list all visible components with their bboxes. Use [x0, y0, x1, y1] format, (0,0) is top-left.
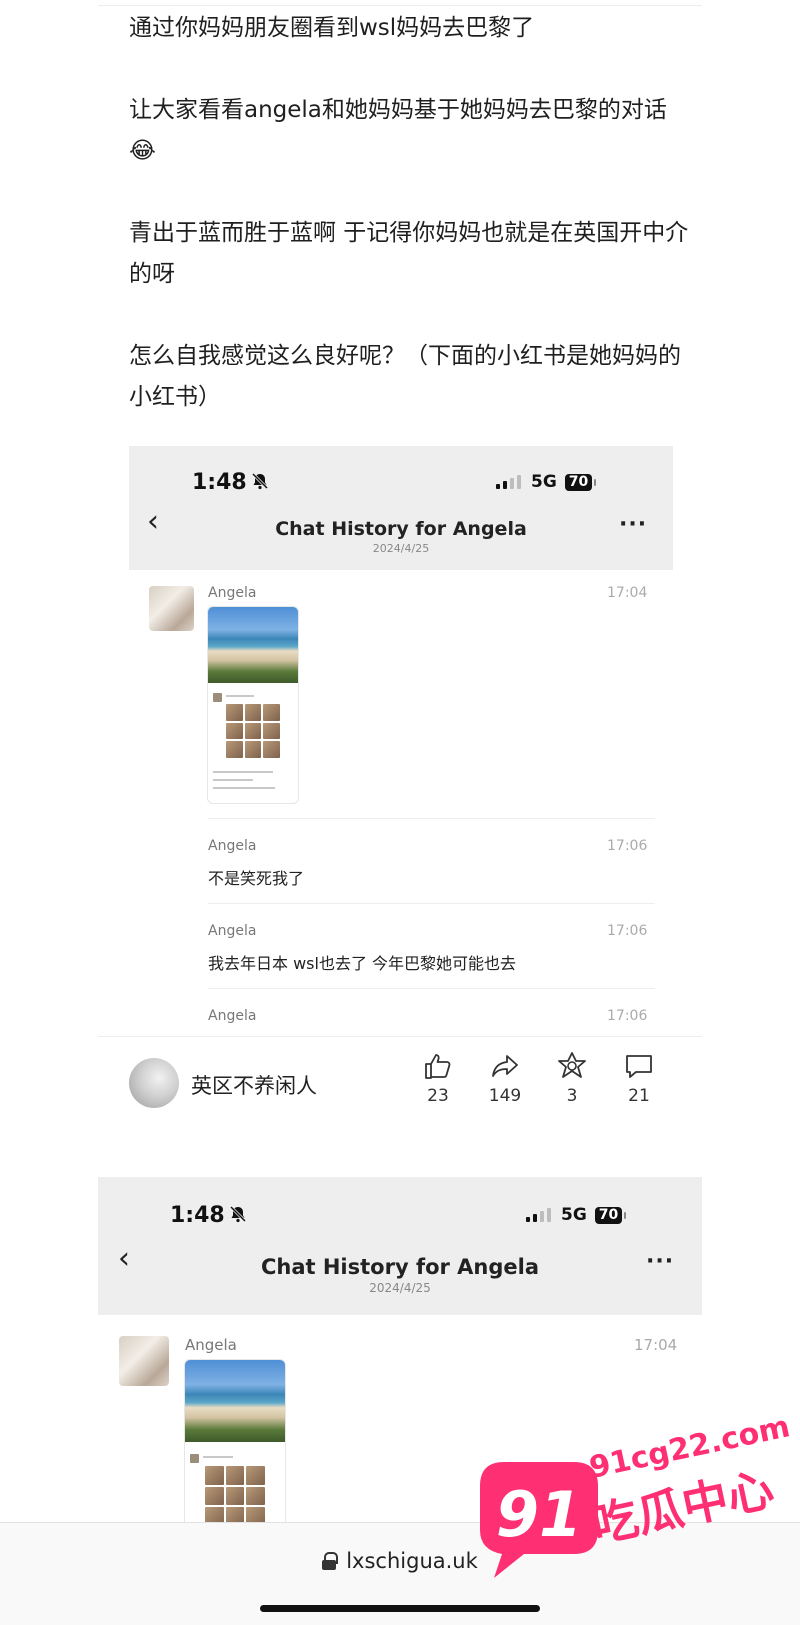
battery-icon: 70 — [564, 473, 597, 491]
status-time: 1:48 — [170, 1203, 247, 1228]
message-sender: Angela — [185, 1336, 237, 1354]
status-time: 1:48 — [192, 470, 269, 495]
url-text: lxschigua.uk — [346, 1549, 478, 1573]
battery-icon: 70 — [594, 1206, 627, 1224]
message-sender: Angela — [208, 585, 257, 601]
thumbs-up-icon — [425, 1054, 451, 1079]
divider — [98, 1036, 702, 1037]
message-sender: Angela — [208, 923, 257, 939]
chat-title: Chat History for Angela — [260, 1255, 540, 1279]
bell-muted-icon — [229, 1204, 247, 1223]
divider — [208, 903, 655, 904]
home-indicator[interactable] — [260, 1605, 540, 1612]
message-time: 17:06 — [607, 1008, 648, 1024]
status-right: 5G 70 — [526, 1205, 627, 1225]
post-action-bar: 英区不养闲人 23 149 3 21 — [0, 1036, 800, 1126]
phone-header: 1:48 5G 70 ‹ Chat History for Angela 202… — [129, 446, 673, 570]
message-sender: Angela — [208, 1008, 257, 1024]
image-preview[interactable] — [208, 607, 298, 803]
message-text: 我去年日本 wsl也去了 今年巴黎她可能也去 — [208, 954, 517, 973]
status-right: 5G 70 — [496, 472, 597, 492]
divider — [208, 818, 655, 819]
avatar — [149, 586, 194, 631]
signal-icon — [526, 1208, 551, 1222]
author-name[interactable]: 英区不养闲人 — [191, 1070, 317, 1100]
signal-icon — [496, 475, 521, 489]
mini-text-line — [213, 779, 253, 781]
mini-avatar — [190, 1454, 199, 1463]
author-avatar[interactable] — [129, 1058, 179, 1108]
share-button[interactable]: 149 — [480, 1050, 530, 1106]
photo-grid — [226, 704, 280, 758]
chat-title: Chat History for Angela — [275, 518, 527, 540]
watermark-number: 91 — [496, 1478, 582, 1551]
mini-avatar — [213, 693, 222, 702]
watermark-logo: 91 91cg22.com 吃瓜中心 — [466, 1409, 796, 1583]
photo-grid — [205, 1466, 265, 1522]
chat-screenshot-1[interactable]: 1:48 5G 70 ‹ Chat History for Angela 202… — [129, 446, 673, 1036]
mini-text-line — [226, 695, 254, 697]
network-label: 5G — [531, 472, 557, 492]
chat-date: 2024/4/25 — [372, 542, 430, 555]
like-count: 23 — [427, 1086, 449, 1106]
comment-count: 21 — [628, 1086, 650, 1106]
share-count: 149 — [488, 1086, 522, 1106]
post-paragraph-4: 怎么自我感觉这么良好呢？（下面的小红书是她妈妈的小红书） — [129, 343, 681, 410]
more-icon[interactable]: ··· — [619, 512, 647, 537]
bell-muted-icon — [251, 471, 269, 490]
comment-button[interactable]: 21 — [614, 1050, 664, 1106]
more-icon[interactable]: ··· — [646, 1249, 674, 1274]
top-divider — [98, 0, 702, 6]
beach-photo — [185, 1360, 285, 1442]
like-button[interactable]: 23 — [413, 1050, 463, 1106]
beach-photo — [208, 607, 298, 683]
message-time: 17:04 — [607, 585, 648, 601]
star-icon — [558, 1052, 586, 1078]
message-time: 17:06 — [607, 923, 648, 939]
share-arrow-icon — [492, 1055, 518, 1077]
post-paragraph-3: 青出于蓝而胜于蓝啊 于记得你妈妈也就是在英国开中介的呀 — [129, 220, 689, 287]
watermark-graphic: 91 91cg22.com 吃瓜中心 — [480, 1409, 793, 1578]
message-sender: Angela — [208, 838, 257, 854]
divider — [208, 988, 655, 989]
message-text: 不是笑死我了 — [208, 869, 305, 888]
favorite-button[interactable]: 3 — [547, 1050, 597, 1106]
post-paragraph-2: 让大家看看angela和她妈妈基于她妈妈去巴黎的对话😂 — [129, 97, 667, 164]
post-body: 通过你妈妈朋友圈看到wsl妈妈去巴黎了 让大家看看angela和她妈妈基于她妈妈… — [129, 8, 689, 418]
chat-date: 2024/4/25 — [369, 1281, 431, 1295]
network-label: 5G — [561, 1205, 587, 1225]
favorite-count: 3 — [566, 1086, 578, 1106]
mini-text-line — [203, 1456, 233, 1458]
message-time: 17:06 — [607, 838, 648, 854]
image-preview[interactable] — [185, 1360, 285, 1522]
mini-text-line — [213, 771, 273, 773]
avatar — [119, 1336, 169, 1386]
comment-bubble-icon — [626, 1055, 652, 1078]
phone-header: 1:48 5G 70 ‹ Chat History for Angela 202… — [98, 1177, 702, 1315]
message-time: 17:04 — [634, 1336, 678, 1354]
mini-text-line — [213, 787, 275, 789]
post-paragraph-1: 通过你妈妈朋友圈看到wsl妈妈去巴黎了 — [129, 15, 535, 41]
lock-icon — [322, 1552, 339, 1570]
